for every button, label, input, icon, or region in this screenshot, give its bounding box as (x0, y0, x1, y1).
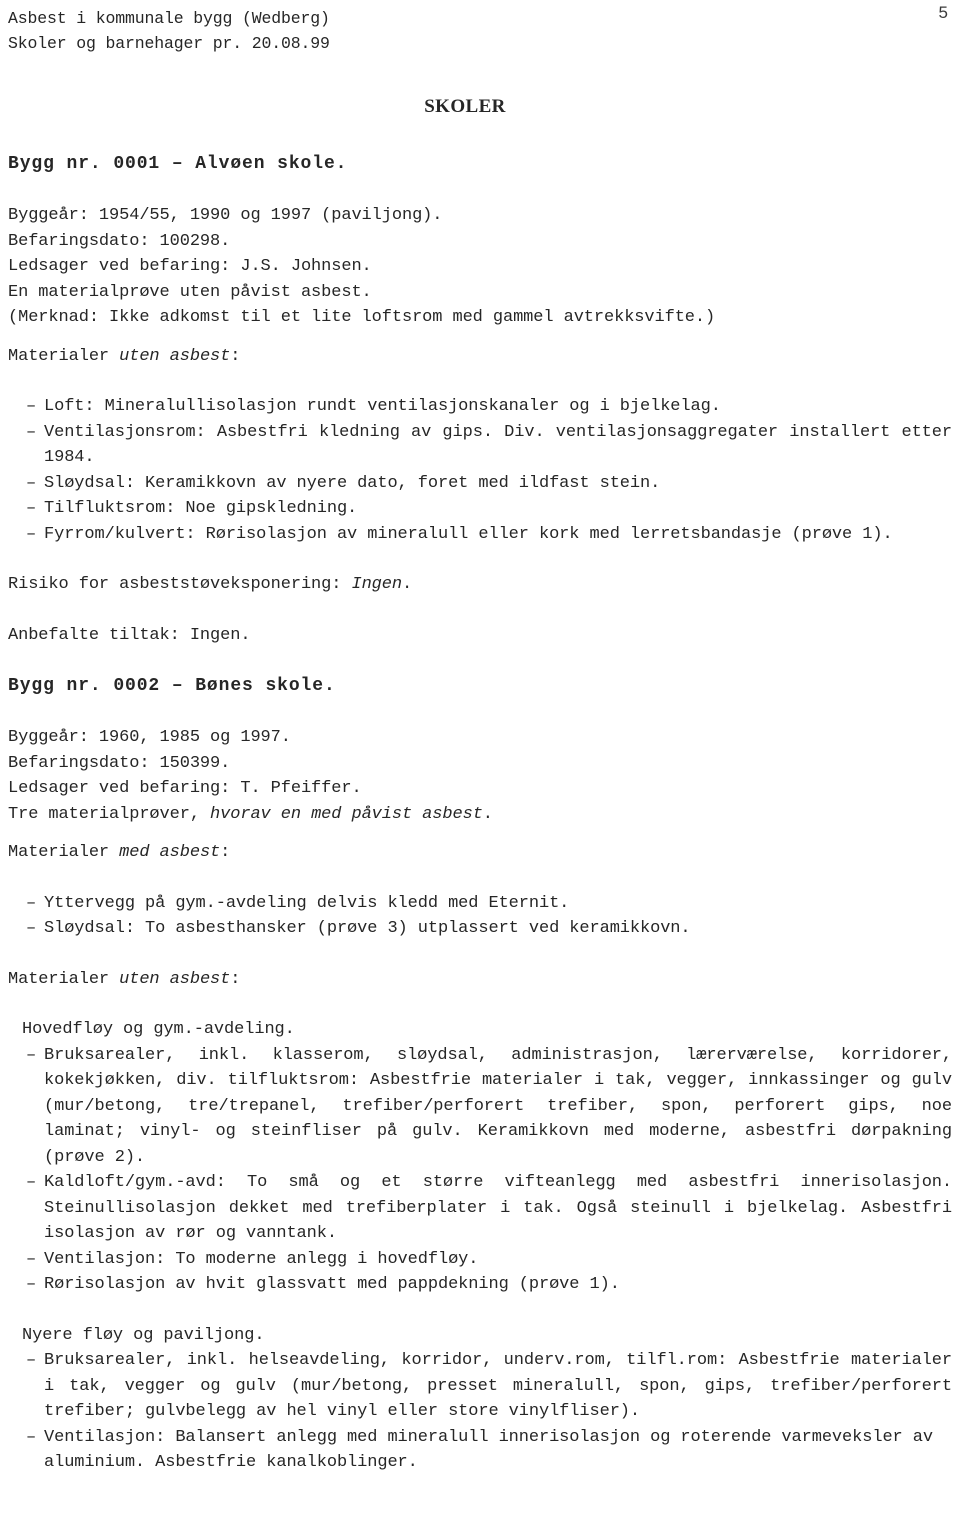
materials-list: Loft: Mineralullisolasjon rundt ventilas… (8, 394, 952, 547)
section-heading-materials-without-asbestos: Materialer uten asbest: (8, 344, 952, 370)
building-meta-line: Befaringsdato: 100298. (8, 231, 231, 251)
building-meta-line: Befaringsdato: 150399. (8, 753, 231, 773)
risk-prefix: Risiko for asbeststøveksponering: (8, 575, 352, 594)
section-heading-emphasis: uten asbest (119, 969, 231, 989)
list-item: Ventilasjon: To moderne anlegg i hovedfl… (22, 1247, 952, 1273)
building-meta-line: (Merknad: Ikke adkomst til et lite lofts… (8, 308, 716, 327)
samples-suffix: . (482, 804, 493, 824)
risk-suffix: . (401, 575, 413, 594)
main-wing-materials-list: Bruksarealer, inkl. klasserom, sløydsal,… (8, 1043, 952, 1298)
samples-prefix: Tre materialprøver, (8, 804, 211, 824)
list-item: Yttervegg på gym.-avdeling delvis kledd … (22, 891, 952, 917)
page-title: SKOLER (424, 96, 506, 117)
recommended-measures: Anbefalte tiltak: Ingen. (8, 625, 251, 645)
list-item: Tilfluktsrom: Noe gipskledning. (22, 496, 952, 522)
building-meta-line: Ledsager ved befaring: T. Pfeiffer. (8, 779, 362, 798)
building-meta-line: Ledsager ved befaring: J.S. Johnsen. (8, 257, 372, 276)
list-item: Sløydsal: To asbesthansker (prøve 3) utp… (22, 916, 952, 942)
section-heading-emphasis: med asbest (119, 843, 221, 862)
section-heading-suffix: : (230, 969, 241, 989)
list-item: Loft: Mineralullisolasjon rundt ventilas… (22, 394, 952, 420)
building-meta-line: Byggeår: 1954/55, 1990 og 1997 (paviljon… (8, 206, 443, 225)
document-page: 5 Asbest i kommunale bygg (Wedberg) Skol… (0, 0, 960, 1539)
section-heading-prefix: Materialer (8, 969, 120, 989)
samples-emphasis: hvorav en med påvist asbest (210, 804, 483, 824)
list-item: Fyrrom/kulvert: Rørisolasjon av mineralu… (22, 522, 952, 548)
section-heading-materials-with-asbestos: Materialer med asbest: (8, 840, 952, 866)
section-heading-materials-without-asbestos-2: Materialer uten asbest: (8, 967, 952, 993)
building-heading-0001: Bygg nr. 0001 – Alvøen skole. (8, 154, 348, 174)
section-heading-emphasis: uten asbest (119, 346, 231, 366)
section-heading-suffix: : (230, 346, 241, 366)
building-meta-line: Byggeår: 1960, 1985 og 1997. (8, 728, 291, 747)
list-item: Sløydsal: Keramikkovn av nyere dato, for… (22, 471, 952, 497)
list-item: Ventilasjonsrom: Asbestfri kledning av g… (22, 420, 952, 471)
group-subheading-main-wing: Hovedfløy og gym.-avdeling. (22, 1020, 295, 1039)
section-heading-prefix: Materialer (8, 843, 120, 862)
document-header-line-2: Skoler og barnehager pr. 20.08.99 (8, 34, 330, 53)
list-item: Kaldloft/gym.-avd: To små og et større v… (22, 1170, 952, 1247)
section-heading-suffix: : (220, 843, 231, 862)
section-heading-prefix: Materialer (8, 346, 120, 366)
building-meta-line-samples: Tre materialprøver, hvorav en med påvist… (8, 802, 952, 828)
list-item: Ventilasjon: Balansert anlegg med minera… (22, 1425, 952, 1476)
group-subheading-new-wing: Nyere fløy og paviljong. (22, 1325, 265, 1345)
materials-with-asbestos-list: Yttervegg på gym.-avdeling delvis kledd … (8, 891, 952, 942)
risk-value: Ingen (351, 575, 402, 594)
building-heading-0002: Bygg nr. 0002 – Bønes skole. (8, 676, 336, 696)
document-header-line-1: Asbest i kommunale bygg (Wedberg) (8, 9, 330, 28)
building-meta-line: En materialprøve uten påvist asbest. (8, 282, 372, 302)
new-wing-materials-list: Bruksarealer, inkl. helseavdeling, korri… (8, 1348, 952, 1476)
page-content: Asbest i kommunale bygg (Wedberg) Skoler… (8, 6, 952, 1476)
list-item: Bruksarealer, inkl. klasserom, sløydsal,… (22, 1043, 952, 1171)
list-item: Bruksarealer, inkl. helseavdeling, korri… (22, 1348, 952, 1425)
list-item: Rørisolasjon av hvit glassvatt med pappd… (22, 1272, 952, 1298)
risk-statement: Risiko for asbeststøveksponering: Ingen. (8, 572, 952, 598)
